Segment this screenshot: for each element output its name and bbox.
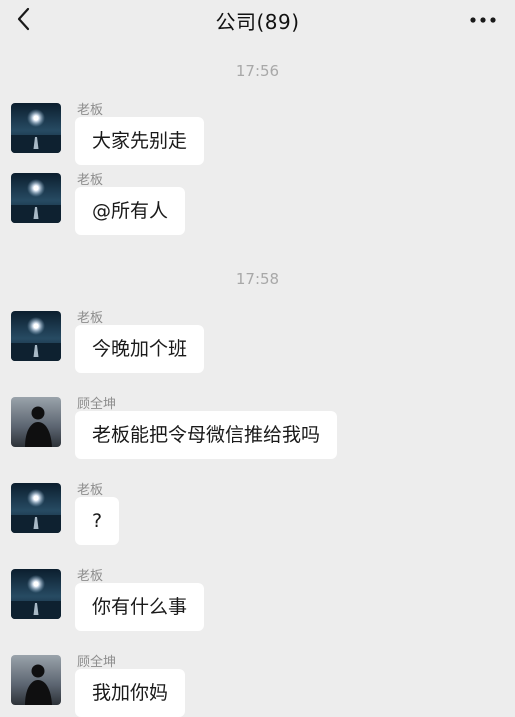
message-bubble[interactable]: 老板能把令母微信推给我吗	[75, 411, 338, 459]
moon-sea-avatar	[11, 311, 61, 361]
avatar[interactable]	[11, 173, 61, 223]
sender-name: 老板	[77, 173, 104, 188]
chat-title: 公司(89)	[215, 10, 300, 34]
silhouette-avatar	[11, 655, 61, 705]
avatar[interactable]	[11, 311, 61, 361]
avatar[interactable]	[11, 103, 61, 153]
message-bubble[interactable]: 你有什么事	[75, 583, 205, 631]
timestamp: 17:56	[235, 62, 280, 80]
sender-name: 老板	[77, 103, 104, 118]
avatar[interactable]	[11, 483, 61, 533]
chat-header: 公司(89)	[0, 0, 515, 40]
more-dots-icon	[470, 17, 496, 23]
sender-name: 老板	[77, 311, 104, 326]
message-bubble[interactable]: @所有人	[75, 187, 186, 235]
timestamp: 17:58	[235, 270, 280, 288]
message-bubble[interactable]: 大家先别走	[75, 117, 205, 165]
message-bubble[interactable]: 今晚加个班	[75, 325, 205, 373]
moon-sea-avatar	[11, 569, 61, 619]
silhouette-avatar	[11, 397, 61, 447]
avatar[interactable]	[11, 397, 61, 447]
sender-name: 老板	[77, 569, 104, 584]
message-bubble[interactable]: ?	[75, 497, 120, 545]
moon-sea-avatar	[11, 483, 61, 533]
avatar[interactable]	[11, 569, 61, 619]
sender-name: 老板	[77, 483, 104, 498]
more-button[interactable]	[469, 10, 497, 30]
sender-name: 顾全坤	[77, 655, 117, 670]
avatar[interactable]	[11, 655, 61, 705]
moon-sea-avatar	[11, 173, 61, 223]
moon-sea-avatar	[11, 103, 61, 153]
message-bubble[interactable]: 我加你妈	[75, 669, 186, 717]
sender-name: 顾全坤	[77, 397, 117, 412]
